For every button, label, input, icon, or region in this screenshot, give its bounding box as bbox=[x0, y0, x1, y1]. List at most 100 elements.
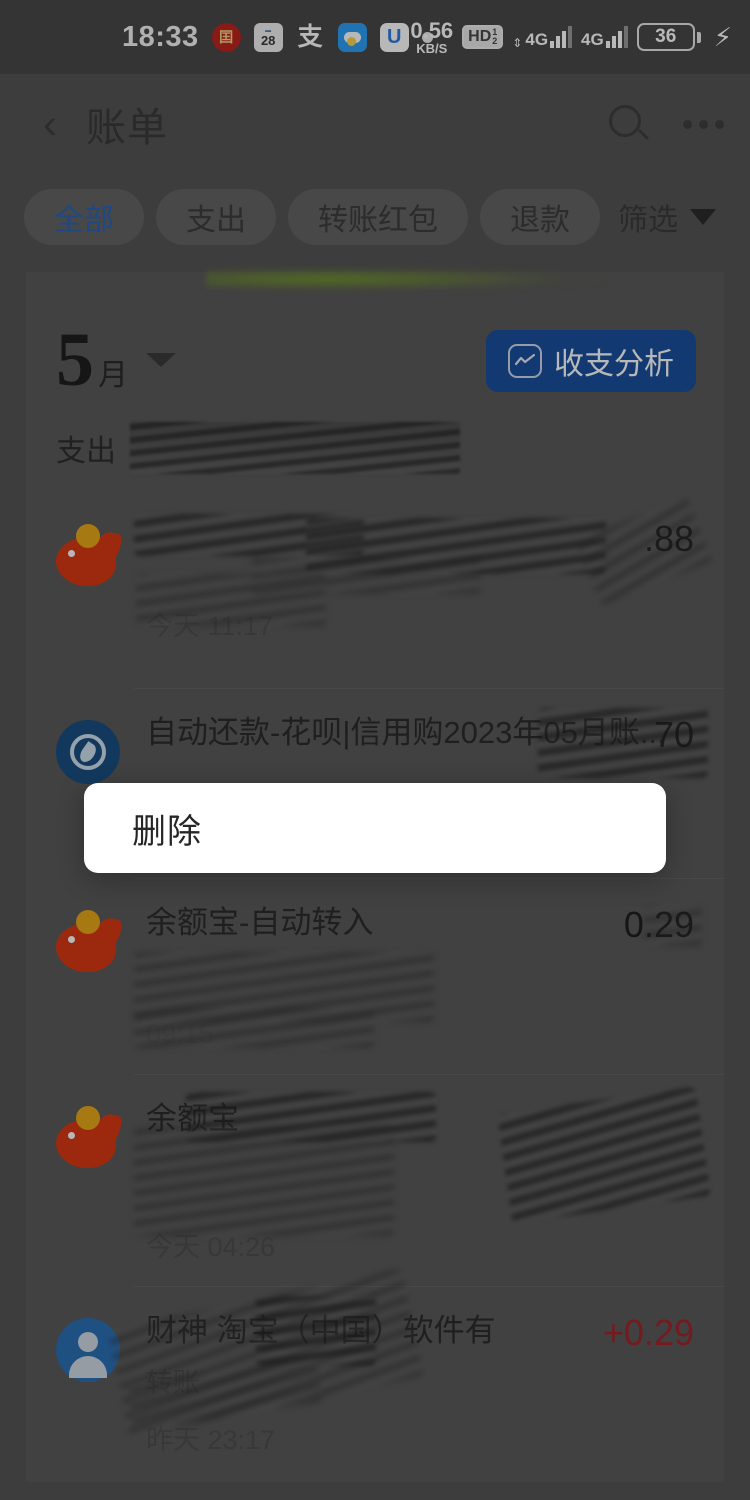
cloud-shape bbox=[343, 31, 361, 46]
filter-tabs: 全部 支出 转账红包 退款 筛选 bbox=[0, 174, 750, 260]
coin-shape bbox=[76, 524, 100, 548]
transaction-amount: .88 bbox=[643, 518, 694, 559]
delete-context-menu[interactable]: 删除 bbox=[84, 783, 666, 873]
calendar-day-label: 28 bbox=[260, 32, 276, 48]
sim1-signal-indicator: ⇕ 4G bbox=[512, 26, 573, 50]
battery-level-label: 36 bbox=[636, 23, 695, 51]
bill-list-card: 5 月 支出 收支分析 今天 11:17 .88 自动还款-花呗|信用购2023… bbox=[26, 266, 724, 1482]
filter-label: 筛选 bbox=[618, 204, 678, 237]
transaction-time: 今天 04:26 bbox=[146, 1231, 276, 1262]
chevron-left-icon[interactable]: ‹ bbox=[30, 103, 70, 145]
status-bar-right: 0.56 KB/S HD 1 2 ⇕ 4G 4G 36 ⚡ bbox=[410, 0, 732, 74]
redaction-scribble bbox=[134, 1126, 394, 1236]
income-expense-analysis-button[interactable]: 收支分析 bbox=[486, 330, 696, 392]
redaction-scribble bbox=[306, 518, 606, 574]
data-transfer-arrows-icon: ⇕ bbox=[512, 36, 523, 50]
yuebao-fish-icon bbox=[56, 1106, 123, 1170]
month-unit: 月 bbox=[98, 359, 128, 392]
status-bar-left: 18:33 囯 ▬ 28 支 U bbox=[122, 21, 433, 54]
coin-shape bbox=[76, 1106, 100, 1130]
network-speed-unit: KB/S bbox=[416, 40, 448, 56]
sim2-network-label: 4G bbox=[581, 30, 604, 49]
page-navbar: ‹ 账单 bbox=[0, 74, 750, 174]
network-speed-indicator: 0.56 KB/S bbox=[410, 17, 454, 56]
coin-shape bbox=[76, 910, 100, 934]
status-bar: 18:33 囯 ▬ 28 支 U 0.56 KB/S HD 1 2 ⇕ 4G 4… bbox=[0, 0, 750, 74]
tab-expense[interactable]: 支出 bbox=[156, 189, 276, 245]
transaction-time: 昨天 23:17 bbox=[146, 1424, 276, 1455]
transaction-details: 财神 淘宝（中国）软件有 转账 昨天 23:17 +0.29 bbox=[107, 1267, 694, 1460]
sun-shape bbox=[346, 36, 356, 46]
yuebao-fish-icon bbox=[56, 524, 123, 588]
hd-sim-fraction: 1 2 bbox=[492, 28, 497, 46]
transaction-title: 余额宝-自动转入 bbox=[146, 905, 374, 940]
transaction-details: 余额宝 今天 04:26 bbox=[134, 1086, 711, 1264]
transaction-title: 自动还款-花呗|信用购2023年05月账... bbox=[146, 715, 666, 750]
search-handle bbox=[637, 128, 650, 141]
table-row[interactable]: 财神 淘宝（中国）软件有 转账 昨天 23:17 +0.29 bbox=[26, 1267, 724, 1482]
redaction-scribble bbox=[134, 514, 364, 556]
transaction-details: 今天 11:17 .88 bbox=[134, 496, 713, 666]
weather-cloudy-icon bbox=[337, 22, 367, 52]
caret-down-icon bbox=[690, 209, 716, 225]
transaction-amount: 0.29 bbox=[623, 904, 694, 945]
sim1-network-label: 4G bbox=[525, 30, 549, 49]
search-ring bbox=[609, 105, 641, 137]
avatar-head bbox=[78, 1331, 98, 1352]
network-speed-value: 0.56 bbox=[410, 17, 454, 43]
status-time: 18:33 bbox=[122, 20, 199, 53]
caret-down-icon bbox=[146, 353, 176, 367]
alipay-icon: 支 bbox=[297, 22, 323, 51]
fish-eye bbox=[68, 936, 75, 943]
delete-menu-label: 删除 bbox=[132, 812, 202, 851]
search-icon[interactable] bbox=[607, 103, 650, 145]
status-tray-icons: 囯 ▬ 28 支 U bbox=[211, 22, 433, 52]
calendar-28-icon: ▬ 28 bbox=[253, 22, 283, 52]
transaction-time: 09:15 bbox=[146, 1018, 214, 1049]
transaction-time: 今天 11:17 bbox=[146, 611, 274, 641]
transaction-amount: 70 bbox=[653, 714, 694, 755]
tab-transfer-redpacket[interactable]: 转账红包 bbox=[288, 189, 468, 245]
month-number: 5 bbox=[56, 318, 94, 402]
hd-voice-icon: HD 1 2 bbox=[462, 25, 504, 49]
battery-indicator: 36 bbox=[636, 23, 701, 51]
yuebao-fish-icon bbox=[56, 910, 123, 974]
huabei-icon bbox=[56, 720, 120, 784]
chart-trend-icon bbox=[508, 344, 542, 378]
redaction-scribble bbox=[107, 1267, 425, 1438]
navbar-actions bbox=[607, 74, 724, 174]
more-horizontal-icon[interactable] bbox=[683, 119, 724, 129]
sim2-signal-bars-icon bbox=[605, 26, 628, 48]
redaction-scribble bbox=[251, 558, 481, 594]
hd-sim-bottom: 2 bbox=[492, 36, 498, 46]
battery-cap bbox=[696, 31, 701, 43]
phone-screen: 18:33 囯 ▬ 28 支 U 0.56 KB/S HD 1 2 ⇕ 4G 4… bbox=[0, 0, 750, 1500]
page-title: 账单 bbox=[86, 106, 168, 150]
month-summary-header: 5 月 支出 收支分析 bbox=[26, 272, 724, 492]
fish-eye bbox=[68, 1132, 75, 1139]
expense-amount-redacted bbox=[130, 422, 460, 474]
table-row[interactable]: 余额宝-自动转入 09:15 0.29 bbox=[26, 878, 724, 1074]
redaction-scribble bbox=[134, 952, 434, 1022]
tab-refund[interactable]: 退款 bbox=[480, 189, 600, 245]
app-u-icon: U bbox=[379, 22, 409, 52]
transaction-details: 余额宝-自动转入 09:15 0.29 bbox=[134, 904, 702, 1052]
charging-bolt-icon: ⚡ bbox=[713, 21, 732, 52]
red-seal-app-icon: 囯 bbox=[211, 22, 241, 52]
hd-label: HD bbox=[468, 28, 492, 45]
table-row[interactable]: 余额宝 今天 04:26 bbox=[26, 1074, 724, 1286]
tab-all[interactable]: 全部 bbox=[24, 189, 144, 245]
transaction-amount: +0.29 bbox=[602, 1311, 694, 1353]
avatar-body bbox=[69, 1355, 107, 1378]
expense-summary: 支出 bbox=[56, 422, 694, 474]
fish-eye bbox=[68, 550, 75, 557]
transaction-subtitle: 转账 bbox=[146, 1367, 200, 1398]
person-avatar-icon bbox=[56, 1317, 120, 1382]
transaction-title: 余额宝 bbox=[146, 1101, 239, 1136]
sim1-signal-bars-icon bbox=[550, 26, 573, 48]
analysis-button-label: 收支分析 bbox=[554, 348, 674, 381]
sim2-signal-indicator: 4G bbox=[581, 26, 628, 48]
table-row[interactable]: 今天 11:17 .88 bbox=[26, 492, 724, 688]
filter-dropdown[interactable]: 筛选 bbox=[618, 195, 716, 239]
expense-label: 支出 bbox=[56, 435, 116, 468]
